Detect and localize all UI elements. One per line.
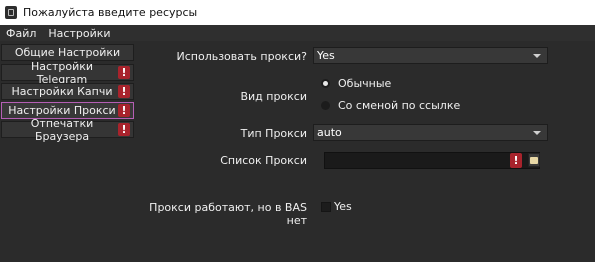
menu-bar: Файл Настройки <box>0 25 595 41</box>
proxy-list-input[interactable] <box>324 152 540 169</box>
sidebar-item-label: Настройки Капчи <box>11 85 113 98</box>
proxy-kind-option-rotating[interactable]: Со сменой по ссылке <box>321 99 460 112</box>
radio-label: Со сменой по ссылке <box>338 99 461 112</box>
sidebar-item-label: Общие Настройки <box>14 46 121 59</box>
use-proxy-value: Yes <box>317 49 335 62</box>
bas-check-label: Прокси работают, но в BAS нет <box>149 201 307 227</box>
app-icon <box>5 6 17 19</box>
proxy-kind-option-regular[interactable]: Обычные <box>321 77 391 90</box>
menu-settings[interactable]: Настройки <box>42 27 116 40</box>
warning-icon: ! <box>118 123 130 136</box>
proxy-list-label: Список Прокси <box>220 154 307 167</box>
proxy-type-value: auto <box>317 126 342 139</box>
radio-label: Обычные <box>338 77 392 90</box>
menu-file[interactable]: Файл <box>0 27 42 40</box>
window-title: Пожалуйста введите ресурсы <box>23 6 198 19</box>
sidebar-item-general[interactable]: Общие Настройки <box>1 44 134 61</box>
settings-panel: Использовать прокси? Yes Вид прокси Обыч… <box>135 41 595 262</box>
sidebar-item-label: Настройки Telegram <box>30 59 94 86</box>
warning-icon: ! <box>118 85 130 98</box>
sidebar-item-captcha[interactable]: Настройки Капчи ! <box>1 83 134 100</box>
use-proxy-select[interactable]: Yes <box>313 47 548 64</box>
proxy-kind-label: Вид прокси <box>240 90 307 103</box>
proxy-type-label: Тип Прокси <box>240 127 307 140</box>
warning-icon: ! <box>118 66 130 79</box>
sidebar-item-label: Отпечатки Браузера <box>30 116 94 143</box>
proxy-type-select[interactable]: auto <box>313 124 548 141</box>
use-proxy-label: Использовать прокси? <box>176 50 308 63</box>
sidebar-item-fingerprints[interactable]: Отпечатки Браузера ! <box>1 117 134 143</box>
title-bar: Пожалуйста введите ресурсы <box>0 0 595 25</box>
radio-button[interactable] <box>321 101 330 110</box>
bas-check-checkbox[interactable] <box>321 202 331 212</box>
chevron-down-icon <box>533 131 541 135</box>
warning-icon: ! <box>510 153 522 168</box>
chevron-down-icon <box>533 54 541 58</box>
checkbox-label: Yes <box>334 200 352 213</box>
sidebar: Общие Настройки Настройки Telegram ! Нас… <box>0 41 135 262</box>
warning-icon: ! <box>118 104 130 117</box>
radio-button-checked[interactable] <box>321 79 330 88</box>
sidebar-item-label: Настройки Прокси <box>8 104 116 117</box>
sidebar-item-telegram[interactable]: Настройки Telegram ! <box>1 60 134 86</box>
open-file-icon[interactable] <box>528 153 540 167</box>
